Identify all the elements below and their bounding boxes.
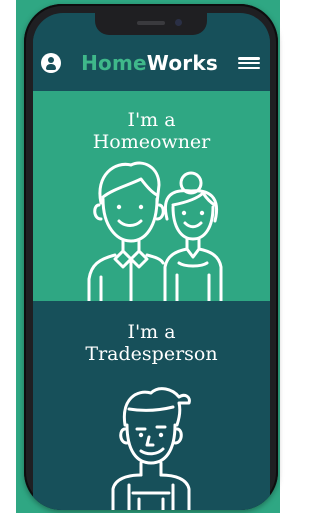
menu-line <box>238 66 260 69</box>
phone-notch <box>95 13 207 35</box>
homeowner-option[interactable]: I'm a Homeowner <box>33 91 270 301</box>
logo-part-home: Home <box>81 51 147 75</box>
homeowner-title: I'm a Homeowner <box>33 109 270 153</box>
couple-illustration <box>87 161 223 301</box>
homeworks-logo[interactable]: HomeWorks <box>81 51 218 75</box>
speaker-grille <box>137 21 165 25</box>
homeowner-title-line2: Homeowner <box>92 131 211 153</box>
homeowner-title-line1: I'm a <box>127 109 176 131</box>
tradesperson-option[interactable]: I'm a Tradesperson <box>33 301 270 510</box>
menu-line <box>238 57 260 60</box>
app-header: HomeWorks <box>33 35 270 91</box>
tradesperson-illustration <box>111 387 191 510</box>
user-icon-body <box>46 64 56 70</box>
tradesperson-title: I'm a Tradesperson <box>33 321 270 365</box>
user-icon[interactable] <box>41 53 61 73</box>
app-screen: HomeWorks I'm a Homeowner I'm a Tradespe… <box>33 13 270 510</box>
front-camera <box>175 19 182 26</box>
menu-line <box>238 61 260 65</box>
tradesperson-title-line2: Tradesperson <box>85 343 218 365</box>
user-icon-head <box>48 57 54 63</box>
logo-part-works: Works <box>146 51 218 75</box>
phone-frame: HomeWorks I'm a Homeowner I'm a Tradespe… <box>24 4 278 510</box>
tradesperson-title-line1: I'm a <box>127 321 176 343</box>
hamburger-menu-icon[interactable] <box>238 55 260 71</box>
